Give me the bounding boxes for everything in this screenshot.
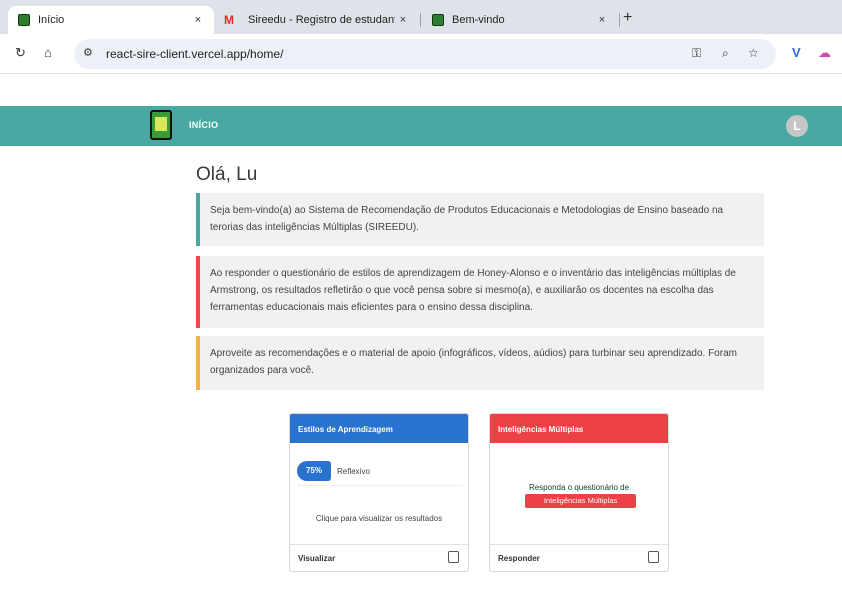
extension-cloud-icon[interactable]: ☁ [818,45,831,61]
view-results-button[interactable]: Visualizar [290,544,468,571]
tab-sireedu-registro[interactable]: M Sireedu - Registro de estudante × [214,6,419,34]
learning-styles-card: Estilos de Aprendizagem 75% Reflexivo Cl… [289,413,469,572]
answer-questionnaire-button[interactable]: Responder [490,544,668,571]
tab-title: Início [38,14,65,26]
card-header: Inteligências Múltiplas [490,414,668,443]
close-icon[interactable]: × [395,14,411,26]
footer-label: Responder [498,554,540,563]
zoom-icon[interactable]: ⌕ [722,46,729,61]
gmail-icon: M [224,13,234,27]
footer-label: Visualizar [298,554,336,563]
view-results-hint[interactable]: Clique para visualizar os resultados [290,514,468,523]
browser-toolbar: ↻ ⌂ ⚙ react-sire-client.vercel.app/home/… [0,34,842,74]
nav-inicio[interactable]: INÍCIO [189,120,218,130]
recommendations-notice: Aproveite as recomendações e o material … [196,336,764,390]
tab-inicio[interactable]: Início × [8,6,214,34]
sireedu-favicon-icon [432,14,444,26]
sireedu-favicon-icon [18,14,30,26]
tab-separator [420,13,421,27]
bookmark-star-icon[interactable]: ☆ [748,46,759,60]
avatar[interactable]: L [786,115,808,137]
questionnaire-notice: Ao responder o questionário de estilos d… [196,256,764,328]
learning-style-label: Reflexivo [337,467,370,476]
password-key-icon[interactable]: ⚿ [692,46,701,61]
sireedu-logo[interactable] [150,110,172,140]
reload-icon[interactable]: ↻ [15,45,26,61]
address-bar[interactable]: ⚙ react-sire-client.vercel.app/home/ ⚿ ⌕… [74,39,776,69]
tab-bem-vindo[interactable]: Bem-vindo × [422,6,618,34]
new-tab-button[interactable]: + [623,9,632,27]
bar-chart-icon [448,551,459,563]
tab-title: Sireedu - Registro de estudante [248,14,395,26]
card-header: Estilos de Aprendizagem [290,414,468,443]
divider [297,485,463,486]
browser-tab-strip: Início × M Sireedu - Registro de estudan… [0,0,842,34]
welcome-notice: Seja bem-vindo(a) ao Sistema de Recomend… [196,193,764,246]
questionnaire-prompt: Responda o questionário de [528,483,630,492]
document-icon [648,551,659,563]
tab-separator [619,13,620,27]
multiple-intelligences-card: Inteligências Múltiplas Responda o quest… [489,413,669,572]
extension-v-icon[interactable]: V [792,45,801,60]
close-icon[interactable]: × [190,14,206,26]
url-text[interactable]: react-sire-client.vercel.app/home/ [106,47,283,61]
tab-title: Bem-vindo [452,14,505,26]
home-icon[interactable]: ⌂ [44,45,52,60]
page-title: Olá, Lu [196,164,258,185]
percent-badge: 75% [297,461,331,481]
intelligences-tag[interactable]: Inteligências Múltiplas [525,494,636,508]
app-navbar: INÍCIO L [0,106,842,146]
site-settings-icon[interactable]: ⚙ [83,46,93,59]
close-icon[interactable]: × [594,14,610,26]
